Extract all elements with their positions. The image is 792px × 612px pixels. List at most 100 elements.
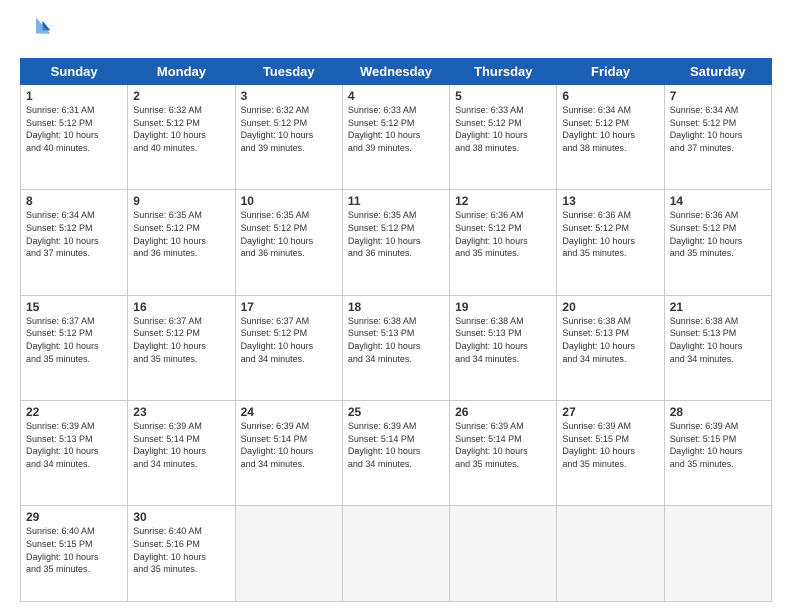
day-number: 10 — [241, 194, 337, 208]
day-number: 15 — [26, 300, 122, 314]
weekday-header-row: SundayMondayTuesdayWednesdayThursdayFrid… — [21, 59, 772, 85]
day-cell-24: 24Sunrise: 6:39 AM Sunset: 5:14 PM Dayli… — [235, 401, 342, 506]
day-info: Sunrise: 6:39 AM Sunset: 5:13 PM Dayligh… — [26, 420, 122, 470]
empty-cell — [342, 506, 449, 602]
day-number: 24 — [241, 405, 337, 419]
day-number: 8 — [26, 194, 122, 208]
calendar-table: SundayMondayTuesdayWednesdayThursdayFrid… — [20, 58, 772, 602]
day-number: 22 — [26, 405, 122, 419]
day-cell-13: 13Sunrise: 6:36 AM Sunset: 5:12 PM Dayli… — [557, 190, 664, 295]
day-info: Sunrise: 6:38 AM Sunset: 5:13 PM Dayligh… — [562, 315, 658, 365]
day-info: Sunrise: 6:36 AM Sunset: 5:12 PM Dayligh… — [562, 209, 658, 259]
day-info: Sunrise: 6:37 AM Sunset: 5:12 PM Dayligh… — [26, 315, 122, 365]
day-number: 29 — [26, 510, 122, 524]
day-cell-30: 30Sunrise: 6:40 AM Sunset: 5:16 PM Dayli… — [128, 506, 235, 602]
day-cell-21: 21Sunrise: 6:38 AM Sunset: 5:13 PM Dayli… — [664, 295, 771, 400]
day-number: 6 — [562, 89, 658, 103]
day-cell-16: 16Sunrise: 6:37 AM Sunset: 5:12 PM Dayli… — [128, 295, 235, 400]
day-info: Sunrise: 6:39 AM Sunset: 5:14 PM Dayligh… — [348, 420, 444, 470]
day-number: 30 — [133, 510, 229, 524]
day-cell-4: 4Sunrise: 6:33 AM Sunset: 5:12 PM Daylig… — [342, 85, 449, 190]
page: SundayMondayTuesdayWednesdayThursdayFrid… — [0, 0, 792, 612]
logo-icon — [20, 16, 52, 48]
day-info: Sunrise: 6:39 AM Sunset: 5:15 PM Dayligh… — [562, 420, 658, 470]
day-info: Sunrise: 6:34 AM Sunset: 5:12 PM Dayligh… — [26, 209, 122, 259]
day-number: 2 — [133, 89, 229, 103]
day-info: Sunrise: 6:32 AM Sunset: 5:12 PM Dayligh… — [133, 104, 229, 154]
empty-cell — [235, 506, 342, 602]
day-info: Sunrise: 6:35 AM Sunset: 5:12 PM Dayligh… — [133, 209, 229, 259]
week-row-2: 8Sunrise: 6:34 AM Sunset: 5:12 PM Daylig… — [21, 190, 772, 295]
day-info: Sunrise: 6:33 AM Sunset: 5:12 PM Dayligh… — [455, 104, 551, 154]
day-info: Sunrise: 6:36 AM Sunset: 5:12 PM Dayligh… — [670, 209, 766, 259]
weekday-header-friday: Friday — [557, 59, 664, 85]
day-cell-5: 5Sunrise: 6:33 AM Sunset: 5:12 PM Daylig… — [450, 85, 557, 190]
day-info: Sunrise: 6:39 AM Sunset: 5:14 PM Dayligh… — [241, 420, 337, 470]
weekday-header-wednesday: Wednesday — [342, 59, 449, 85]
day-number: 27 — [562, 405, 658, 419]
day-number: 25 — [348, 405, 444, 419]
week-row-5: 29Sunrise: 6:40 AM Sunset: 5:15 PM Dayli… — [21, 506, 772, 602]
empty-cell — [557, 506, 664, 602]
day-number: 9 — [133, 194, 229, 208]
day-cell-26: 26Sunrise: 6:39 AM Sunset: 5:14 PM Dayli… — [450, 401, 557, 506]
day-info: Sunrise: 6:40 AM Sunset: 5:16 PM Dayligh… — [133, 525, 229, 575]
day-info: Sunrise: 6:37 AM Sunset: 5:12 PM Dayligh… — [241, 315, 337, 365]
day-number: 13 — [562, 194, 658, 208]
day-cell-22: 22Sunrise: 6:39 AM Sunset: 5:13 PM Dayli… — [21, 401, 128, 506]
week-row-1: 1Sunrise: 6:31 AM Sunset: 5:12 PM Daylig… — [21, 85, 772, 190]
day-info: Sunrise: 6:33 AM Sunset: 5:12 PM Dayligh… — [348, 104, 444, 154]
day-cell-17: 17Sunrise: 6:37 AM Sunset: 5:12 PM Dayli… — [235, 295, 342, 400]
week-row-3: 15Sunrise: 6:37 AM Sunset: 5:12 PM Dayli… — [21, 295, 772, 400]
weekday-header-thursday: Thursday — [450, 59, 557, 85]
logo — [20, 16, 56, 48]
day-cell-11: 11Sunrise: 6:35 AM Sunset: 5:12 PM Dayli… — [342, 190, 449, 295]
weekday-header-tuesday: Tuesday — [235, 59, 342, 85]
day-cell-3: 3Sunrise: 6:32 AM Sunset: 5:12 PM Daylig… — [235, 85, 342, 190]
day-info: Sunrise: 6:37 AM Sunset: 5:12 PM Dayligh… — [133, 315, 229, 365]
day-number: 14 — [670, 194, 766, 208]
day-number: 7 — [670, 89, 766, 103]
day-cell-2: 2Sunrise: 6:32 AM Sunset: 5:12 PM Daylig… — [128, 85, 235, 190]
weekday-header-monday: Monday — [128, 59, 235, 85]
day-info: Sunrise: 6:34 AM Sunset: 5:12 PM Dayligh… — [562, 104, 658, 154]
day-cell-19: 19Sunrise: 6:38 AM Sunset: 5:13 PM Dayli… — [450, 295, 557, 400]
day-cell-6: 6Sunrise: 6:34 AM Sunset: 5:12 PM Daylig… — [557, 85, 664, 190]
day-cell-15: 15Sunrise: 6:37 AM Sunset: 5:12 PM Dayli… — [21, 295, 128, 400]
day-info: Sunrise: 6:35 AM Sunset: 5:12 PM Dayligh… — [348, 209, 444, 259]
weekday-header-sunday: Sunday — [21, 59, 128, 85]
empty-cell — [450, 506, 557, 602]
day-info: Sunrise: 6:35 AM Sunset: 5:12 PM Dayligh… — [241, 209, 337, 259]
day-cell-14: 14Sunrise: 6:36 AM Sunset: 5:12 PM Dayli… — [664, 190, 771, 295]
day-info: Sunrise: 6:39 AM Sunset: 5:14 PM Dayligh… — [455, 420, 551, 470]
day-number: 3 — [241, 89, 337, 103]
day-info: Sunrise: 6:39 AM Sunset: 5:15 PM Dayligh… — [670, 420, 766, 470]
day-number: 1 — [26, 89, 122, 103]
day-info: Sunrise: 6:39 AM Sunset: 5:14 PM Dayligh… — [133, 420, 229, 470]
day-cell-29: 29Sunrise: 6:40 AM Sunset: 5:15 PM Dayli… — [21, 506, 128, 602]
day-cell-25: 25Sunrise: 6:39 AM Sunset: 5:14 PM Dayli… — [342, 401, 449, 506]
day-number: 12 — [455, 194, 551, 208]
day-info: Sunrise: 6:38 AM Sunset: 5:13 PM Dayligh… — [455, 315, 551, 365]
day-cell-18: 18Sunrise: 6:38 AM Sunset: 5:13 PM Dayli… — [342, 295, 449, 400]
day-number: 16 — [133, 300, 229, 314]
header — [20, 16, 772, 48]
day-info: Sunrise: 6:34 AM Sunset: 5:12 PM Dayligh… — [670, 104, 766, 154]
day-cell-8: 8Sunrise: 6:34 AM Sunset: 5:12 PM Daylig… — [21, 190, 128, 295]
day-number: 5 — [455, 89, 551, 103]
day-number: 23 — [133, 405, 229, 419]
day-info: Sunrise: 6:36 AM Sunset: 5:12 PM Dayligh… — [455, 209, 551, 259]
day-number: 21 — [670, 300, 766, 314]
day-number: 20 — [562, 300, 658, 314]
day-cell-1: 1Sunrise: 6:31 AM Sunset: 5:12 PM Daylig… — [21, 85, 128, 190]
day-cell-12: 12Sunrise: 6:36 AM Sunset: 5:12 PM Dayli… — [450, 190, 557, 295]
day-cell-9: 9Sunrise: 6:35 AM Sunset: 5:12 PM Daylig… — [128, 190, 235, 295]
day-cell-20: 20Sunrise: 6:38 AM Sunset: 5:13 PM Dayli… — [557, 295, 664, 400]
day-info: Sunrise: 6:31 AM Sunset: 5:12 PM Dayligh… — [26, 104, 122, 154]
day-number: 11 — [348, 194, 444, 208]
weekday-header-saturday: Saturday — [664, 59, 771, 85]
day-info: Sunrise: 6:38 AM Sunset: 5:13 PM Dayligh… — [348, 315, 444, 365]
week-row-4: 22Sunrise: 6:39 AM Sunset: 5:13 PM Dayli… — [21, 401, 772, 506]
day-number: 4 — [348, 89, 444, 103]
day-cell-27: 27Sunrise: 6:39 AM Sunset: 5:15 PM Dayli… — [557, 401, 664, 506]
